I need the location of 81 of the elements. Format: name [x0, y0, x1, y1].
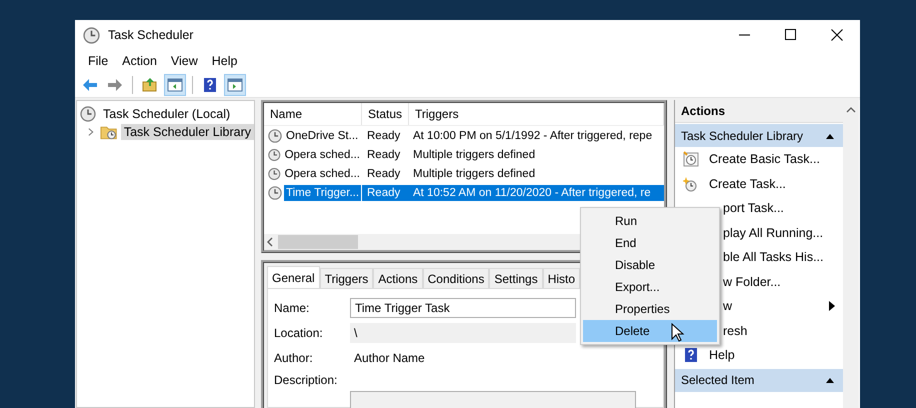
expand-chevron-icon[interactable] — [86, 127, 96, 137]
action-link[interactable]: Create Basic Task... — [709, 152, 820, 166]
action-link[interactable]: resh — [723, 324, 748, 338]
maximize-icon[interactable] — [785, 29, 797, 41]
table-cell[interactable]: OneDrive St... — [284, 128, 360, 144]
window-title: Task Scheduler — [108, 28, 194, 42]
action-link[interactable]: port Task... — [723, 201, 784, 216]
clock-icon — [268, 186, 282, 200]
section-title: Selected Item — [681, 373, 754, 387]
name-field[interactable]: Time Trigger Task — [350, 298, 576, 318]
menu-item[interactable]: Run — [583, 210, 717, 232]
table-cell[interactable]: At 10:00 PM on 5/1/1992 - After triggered, repe — [409, 130, 664, 142]
clock-icon — [83, 26, 100, 44]
menu-item[interactable]: Action — [115, 54, 164, 68]
action-link[interactable]: Help — [709, 348, 735, 362]
tab[interactable]: Triggers — [320, 268, 374, 288]
section-title: Task Scheduler Library — [681, 128, 804, 142]
clock-star-icon — [683, 176, 699, 192]
clock-icon — [268, 128, 282, 142]
menu-item[interactable]: Properties — [583, 298, 717, 320]
tab[interactable]: Settings — [489, 268, 543, 288]
column-header[interactable]: Triggers — [409, 103, 664, 125]
table-cell[interactable]: Multiple triggers defined — [409, 168, 664, 180]
folder-icon — [142, 76, 158, 92]
help-icon — [202, 76, 218, 92]
table-cell[interactable]: Opera sched... — [282, 146, 362, 162]
menu-item[interactable]: File — [81, 54, 116, 68]
menu-item[interactable]: Delete — [583, 320, 717, 342]
collapse-triangle-icon[interactable] — [825, 376, 835, 384]
tab[interactable]: Actions — [373, 268, 423, 288]
table-cell[interactable]: Opera sched... — [282, 166, 362, 182]
field-label: Location: — [274, 326, 324, 340]
tab[interactable]: Conditions — [422, 268, 490, 288]
table-cell[interactable]: At 10:52 AM on 11/20/2020 - After triggered, re — [409, 184, 664, 200]
forward-arrow-icon — [107, 76, 123, 92]
table-cell[interactable]: Ready — [362, 184, 409, 200]
action-link[interactable]: play All Running... — [723, 226, 824, 240]
action-link[interactable]: w Folder... — [723, 274, 781, 289]
help-icon — [683, 347, 699, 364]
table-cell[interactable]: Time Trigger... — [284, 184, 362, 200]
menu-item[interactable]: End — [583, 232, 717, 254]
calendar-clock-icon — [683, 151, 699, 168]
folder-clock-icon — [100, 124, 117, 140]
clock-icon — [268, 166, 281, 180]
mouse-pointer-icon — [671, 323, 685, 343]
column-header[interactable]: Status — [362, 103, 409, 125]
tree-item[interactable]: Task Scheduler Library — [120, 124, 254, 140]
pane-icon — [227, 76, 243, 92]
table-cell[interactable]: Ready — [362, 148, 409, 160]
menu-item[interactable]: Export... — [583, 276, 717, 298]
menu-item[interactable]: Help — [204, 54, 244, 68]
table-cell[interactable]: Multiple triggers defined — [409, 148, 664, 160]
back-arrow-icon — [82, 76, 98, 92]
action-link[interactable]: Create Task... — [709, 176, 786, 191]
pane-icon — [167, 76, 183, 92]
field-label: Description: — [274, 373, 338, 387]
field-label: Name: — [274, 300, 310, 314]
author-value: Author Name — [353, 350, 425, 364]
tab[interactable]: Histo — [542, 268, 580, 288]
section-header[interactable]: Task Scheduler Library — [675, 124, 843, 147]
clock-icon — [268, 148, 281, 162]
action-link[interactable]: ble All Tasks His... — [723, 250, 824, 264]
table-cell[interactable]: Ready — [362, 130, 409, 142]
table-cell[interactable]: Ready — [362, 168, 409, 180]
close-icon[interactable] — [831, 29, 843, 41]
tab[interactable]: General — [267, 266, 320, 288]
location-field: \ — [350, 322, 576, 342]
toolbar-button[interactable] — [164, 74, 186, 96]
menu-item[interactable]: Disable — [583, 254, 717, 276]
menu-item[interactable]: View — [164, 54, 205, 68]
section-header[interactable]: Selected Item — [675, 368, 843, 392]
field-label: Author: — [274, 350, 314, 364]
pane-header: Actions — [675, 100, 843, 123]
toolbar-button[interactable] — [224, 74, 246, 96]
clock-icon — [80, 106, 96, 122]
action-link[interactable]: w — [723, 299, 732, 314]
column-header[interactable]: Name — [264, 103, 362, 125]
scroll-up-icon[interactable] — [846, 106, 856, 114]
scrollbar-thumb[interactable] — [278, 235, 358, 249]
collapse-triangle-icon[interactable] — [825, 132, 835, 140]
tree-item[interactable]: Task Scheduler (Local) — [100, 106, 234, 122]
